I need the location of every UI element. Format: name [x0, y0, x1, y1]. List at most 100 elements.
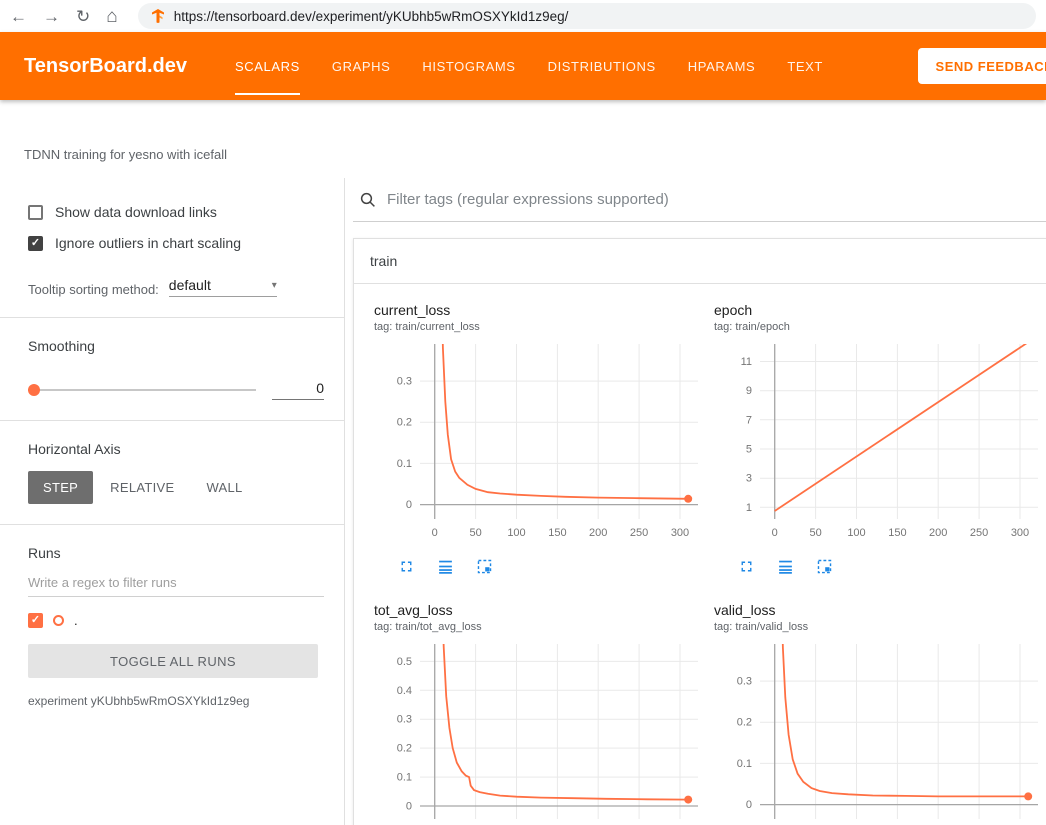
reload-icon[interactable]: ↻ [76, 8, 90, 25]
home-icon[interactable]: ⌂ [106, 7, 117, 26]
smoothing-slider[interactable] [28, 389, 256, 391]
chart-tag: tag: train/valid_loss [714, 621, 1046, 633]
train-group-card: train current_loss tag: train/current_lo… [353, 238, 1046, 825]
fit-domain-icon[interactable] [476, 558, 493, 580]
epoch-line-chart[interactable]: 1357911050100150200250300 [714, 340, 1044, 545]
back-icon[interactable]: ← [10, 8, 27, 25]
svg-text:9: 9 [746, 385, 752, 397]
svg-text:0.3: 0.3 [397, 376, 412, 388]
run-checkbox[interactable]: ✓ [28, 613, 43, 628]
fit-domain-icon[interactable] [816, 558, 833, 580]
show-download-links-checkbox[interactable]: ✓ [28, 205, 43, 220]
runs-section: Runs ✓ . TOGGLE ALL RUNS experiment yKUb… [0, 545, 344, 728]
sidebar-divider [0, 524, 344, 525]
svg-text:300: 300 [671, 527, 689, 539]
tab-distributions[interactable]: DISTRIBUTIONS [548, 32, 656, 100]
charts-grid: current_loss tag: train/current_loss 00.… [354, 284, 1046, 825]
svg-text:0.3: 0.3 [737, 676, 752, 688]
smoothing-label: Smoothing [28, 338, 324, 354]
svg-text:100: 100 [507, 527, 525, 539]
chart-valid-loss: valid_loss tag: train/valid_loss 0 0.1 0.2… [706, 590, 1046, 825]
svg-text:150: 150 [888, 527, 906, 539]
svg-text:0.2: 0.2 [737, 717, 752, 729]
tooltip-sorting-dropdown[interactable]: default ▾ [169, 277, 277, 297]
run-row[interactable]: ✓ . [28, 613, 324, 628]
scalars-dashboard: train current_loss tag: train/current_lo… [345, 178, 1046, 825]
experiment-id-text: experiment yKUbhb5wRmOSXYkId1z9eg [28, 694, 324, 708]
svg-text:0.1: 0.1 [737, 758, 752, 770]
svg-text:0.2: 0.2 [397, 417, 412, 429]
address-bar[interactable]: https://tensorboard.dev/experiment/yKUbh… [138, 3, 1036, 29]
chart-current-loss: current_loss tag: train/current_loss 00.… [366, 290, 706, 586]
tab-hparams[interactable]: HPARAMS [688, 32, 756, 100]
train-group-header[interactable]: train [354, 239, 1046, 284]
fullscreen-icon[interactable] [738, 558, 755, 580]
tooltip-sorting-value: default [169, 277, 211, 293]
fullscreen-icon[interactable] [398, 558, 415, 580]
svg-text:0.1: 0.1 [397, 458, 412, 470]
experiment-description: TDNN training for yesno with icefall [24, 147, 227, 162]
app-header: TensorBoard.dev SCALARS GRAPHS HISTOGRAM… [0, 32, 1046, 100]
axis-step-button[interactable]: STEP [28, 471, 93, 504]
svg-text:0: 0 [746, 799, 752, 811]
general-settings-section: ✓ Show data download links ✓ Ignore outl… [0, 204, 344, 317]
tab-scalars[interactable]: SCALARS [235, 32, 300, 100]
chart-actions [714, 558, 1046, 580]
chart-title: tot_avg_loss [374, 602, 706, 618]
main-nav: SCALARS GRAPHS HISTOGRAMS DISTRIBUTIONS … [235, 32, 823, 100]
svg-text:200: 200 [589, 527, 607, 539]
tab-graphs[interactable]: GRAPHS [332, 32, 391, 100]
tot-avg-loss-line-chart[interactable]: 00.10.20.30.40.5050100150200250300 [374, 640, 704, 825]
chart-epoch: epoch tag: train/epoch 13579110501001502… [706, 290, 1046, 586]
run-name: . [74, 613, 78, 628]
svg-text:7: 7 [746, 414, 752, 426]
app-logo[interactable]: TensorBoard.dev [24, 55, 187, 78]
browser-window: ← → ↻ ⌂ https://tensorboard.dev/experime… [0, 0, 1046, 825]
ignore-outliers-row[interactable]: ✓ Ignore outliers in chart scaling [28, 235, 324, 251]
settings-sidebar: ✓ Show data download links ✓ Ignore outl… [0, 178, 345, 825]
svg-text:11: 11 [741, 356, 752, 368]
send-feedback-button[interactable]: SEND FEEDBACK [918, 48, 1046, 84]
tooltip-sorting-label: Tooltip sorting method: [28, 282, 159, 297]
chart-title: valid_loss [714, 602, 1046, 618]
sidebar-divider [0, 317, 344, 318]
smoothing-value[interactable]: 0 [272, 380, 324, 400]
toggle-all-runs-button[interactable]: TOGGLE ALL RUNS [28, 644, 318, 678]
chart-tag: tag: train/tot_avg_loss [374, 621, 706, 633]
chart-title: current_loss [374, 302, 706, 318]
svg-text:0.3: 0.3 [397, 714, 412, 726]
svg-text:0.2: 0.2 [397, 743, 412, 755]
svg-text:0.1: 0.1 [397, 772, 412, 784]
sidebar-divider [0, 420, 344, 421]
experiment-description-bar: TDNN training for yesno with icefall [0, 100, 1046, 178]
run-color-swatch-icon [53, 615, 64, 626]
svg-text:0: 0 [406, 801, 412, 813]
svg-text:0.5: 0.5 [397, 656, 412, 668]
valid-loss-line-chart[interactable]: 00.10.20.350100150200250300 [714, 640, 1044, 825]
forward-icon[interactable]: → [43, 8, 60, 25]
ignore-outliers-checkbox[interactable]: ✓ [28, 236, 43, 251]
axis-wall-button[interactable]: WALL [191, 471, 257, 504]
smoothing-section: Smoothing 0 [0, 338, 344, 420]
tab-text[interactable]: TEXT [787, 32, 823, 100]
url-text: https://tensorboard.dev/experiment/yKUbh… [174, 9, 569, 24]
check-icon: ✓ [31, 615, 40, 626]
tooltip-sorting-row: Tooltip sorting method: default ▾ [28, 277, 324, 297]
log-scale-icon[interactable] [437, 558, 454, 580]
chevron-down-icon: ▾ [272, 280, 277, 291]
tab-histograms[interactable]: HISTOGRAMS [422, 32, 515, 100]
show-download-links-label: Show data download links [55, 204, 217, 220]
log-scale-icon[interactable] [777, 558, 794, 580]
show-download-links-row[interactable]: ✓ Show data download links [28, 204, 324, 220]
tensorboard-favicon [150, 8, 166, 24]
svg-text:100: 100 [847, 527, 865, 539]
check-icon: ✓ [31, 238, 40, 249]
tag-filter-input[interactable] [387, 191, 1046, 208]
current-loss-line-chart[interactable]: 00.10.20.3050100150200250300 [374, 340, 704, 545]
runs-regex-input[interactable] [28, 567, 324, 597]
tag-filter-row [353, 178, 1046, 222]
ignore-outliers-label: Ignore outliers in chart scaling [55, 235, 241, 251]
axis-relative-button[interactable]: RELATIVE [95, 471, 189, 504]
smoothing-slider-thumb[interactable] [28, 384, 40, 396]
svg-text:250: 250 [970, 527, 988, 539]
